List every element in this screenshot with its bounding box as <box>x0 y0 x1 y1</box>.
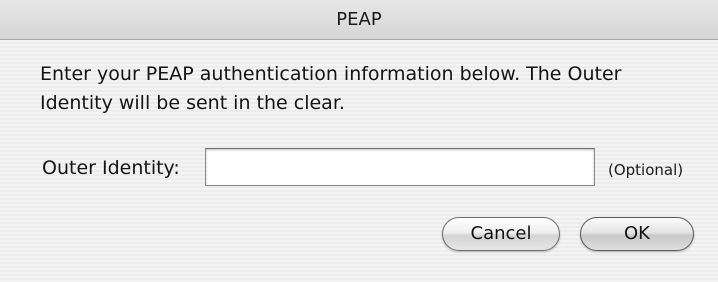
optional-hint: (Optional) <box>608 161 684 179</box>
cancel-button[interactable]: Cancel <box>442 217 560 251</box>
instruction-text: Enter your PEAP authentication informati… <box>40 63 622 114</box>
dialog-title: PEAP <box>336 9 382 30</box>
peap-dialog: PEAP Enter your PEAP authentication info… <box>0 0 718 282</box>
ok-button[interactable]: OK <box>580 217 694 251</box>
outer-identity-input[interactable] <box>205 148 595 186</box>
title-bar[interactable]: PEAP <box>0 0 718 40</box>
outer-identity-label: Outer Identity: <box>42 157 180 179</box>
